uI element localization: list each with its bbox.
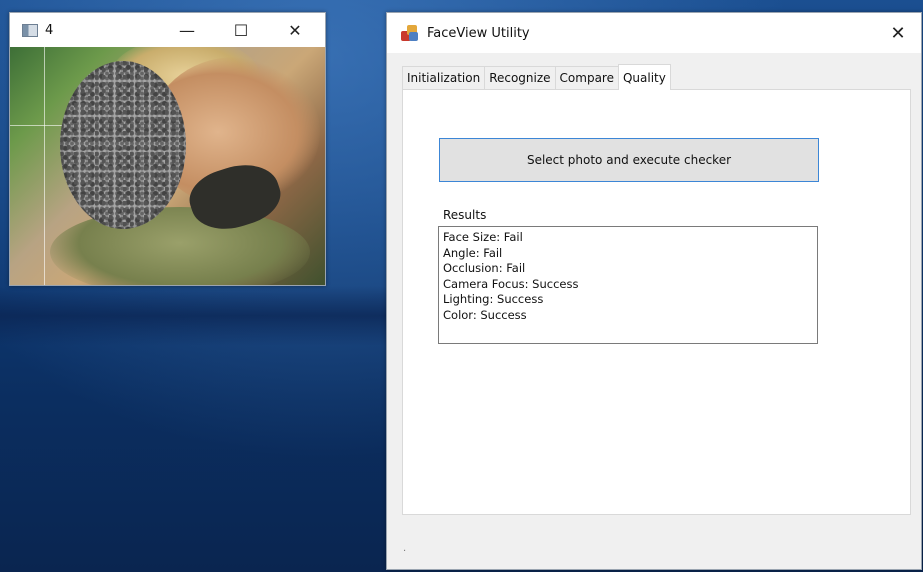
tab-strip: Initialization Recognize Compare Quality bbox=[402, 64, 671, 90]
minimize-icon: — bbox=[179, 20, 195, 40]
close-button[interactable]: ✕ bbox=[272, 13, 318, 47]
maximize-icon: ☐ bbox=[233, 20, 249, 40]
faceview-app-icon bbox=[401, 25, 419, 41]
select-photo-execute-button[interactable]: Select photo and execute checker bbox=[439, 138, 819, 182]
image-viewer-window[interactable]: 4 — ☐ ✕ bbox=[9, 12, 326, 286]
close-icon: ✕ bbox=[288, 20, 302, 40]
tab-label: Recognize bbox=[489, 71, 551, 85]
result-line: Face Size: Fail bbox=[443, 230, 523, 244]
tab-label: Quality bbox=[622, 70, 666, 85]
execute-button-label: Select photo and execute checker bbox=[526, 153, 732, 167]
photo-gridline bbox=[44, 47, 45, 285]
result-line: Occlusion: Fail bbox=[443, 261, 526, 275]
result-line: Angle: Fail bbox=[443, 245, 503, 260]
result-line: Lighting: Success bbox=[443, 292, 544, 306]
window-app-icon bbox=[22, 23, 38, 37]
image-viewer-title: 4 bbox=[45, 22, 54, 38]
quality-tab-panel: Select photo and execute checker Results… bbox=[402, 89, 911, 515]
results-label: Results bbox=[443, 208, 487, 222]
photo-shirt bbox=[50, 207, 310, 285]
status-text: . bbox=[403, 543, 407, 554]
maximize-button[interactable]: ☐ bbox=[218, 13, 264, 47]
faceview-title: FaceView Utility bbox=[427, 25, 530, 41]
result-line: Color: Success bbox=[443, 307, 527, 322]
photo-canvas bbox=[10, 47, 325, 285]
tab-label: Compare bbox=[559, 71, 614, 85]
close-icon: ✕ bbox=[890, 22, 906, 44]
result-line: Camera Focus: Success bbox=[443, 276, 579, 291]
results-textbox[interactable]: Face Size: Fail Angle: Fail Occlusion: F… bbox=[438, 226, 818, 344]
faceview-close-button[interactable]: ✕ bbox=[875, 13, 921, 53]
tab-initialization[interactable]: Initialization bbox=[402, 66, 486, 89]
tab-compare[interactable]: Compare bbox=[554, 66, 619, 89]
blurred-face-region bbox=[60, 61, 186, 229]
tab-quality[interactable]: Quality bbox=[617, 64, 671, 90]
tab-recognize[interactable]: Recognize bbox=[484, 66, 556, 89]
faceview-body: Initialization Recognize Compare Quality… bbox=[387, 53, 921, 569]
faceview-window[interactable]: FaceView Utility ✕ Initialization Recogn… bbox=[386, 12, 922, 570]
minimize-button[interactable]: — bbox=[164, 13, 210, 47]
faceview-titlebar[interactable]: FaceView Utility ✕ bbox=[387, 13, 921, 53]
desktop-light-band bbox=[0, 286, 400, 346]
tab-label: Initialization bbox=[407, 71, 481, 85]
image-viewer-titlebar[interactable]: 4 — ☐ ✕ bbox=[10, 13, 325, 47]
